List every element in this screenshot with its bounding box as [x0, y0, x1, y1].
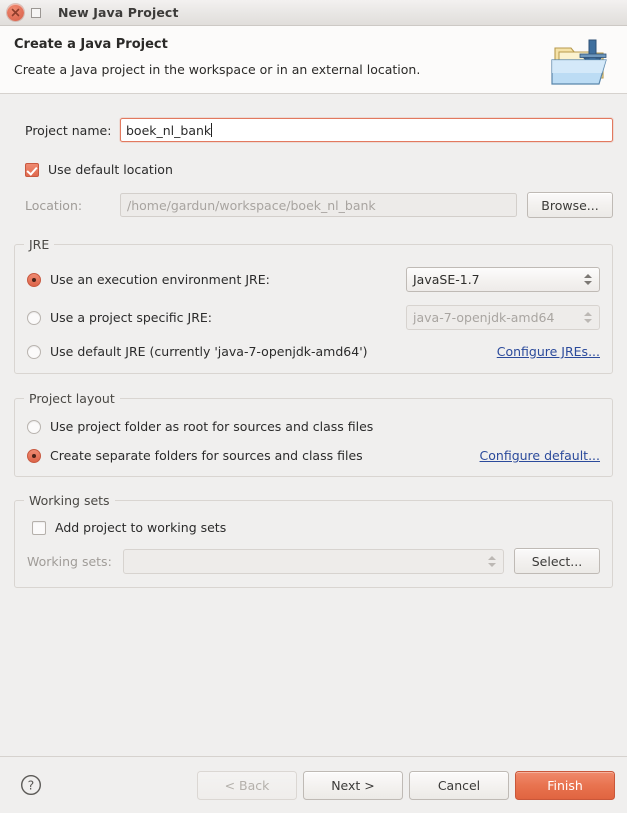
working-sets-combo[interactable]	[123, 548, 504, 574]
jre-project-specific-row: Use a project specific JRE: java-7-openj…	[27, 305, 600, 330]
jre-project-specific-option[interactable]: Use a project specific JRE:	[27, 310, 406, 325]
project-layout-group: Project layout Use project folder as roo…	[14, 391, 613, 477]
title-bar: New Java Project	[0, 0, 627, 26]
location-row: Location: /home/gardun/workspace/boek_nl…	[14, 192, 613, 218]
jre-group-title: JRE	[24, 237, 55, 252]
jre-project-specific-radio[interactable]	[27, 310, 41, 325]
configure-default-link[interactable]: Configure default...	[480, 448, 600, 463]
page-title: Create a Java Project	[14, 37, 168, 52]
browse-button[interactable]: Browse...	[527, 192, 613, 218]
java-project-folder-icon	[549, 34, 615, 88]
jre-execution-env-option[interactable]: Use an execution environment JRE:	[27, 272, 406, 287]
text-caret	[211, 123, 213, 137]
window-title: New Java Project	[58, 5, 179, 20]
spinner-arrows-icon[interactable]	[583, 306, 592, 329]
new-java-project-dialog: New Java Project Create a Java Project C…	[0, 0, 627, 813]
layout-separate-folders-row: Create separate folders for sources and …	[27, 448, 600, 463]
layout-project-folder-row: Use project folder as root for sources a…	[27, 419, 600, 434]
jre-project-specific-label: Use a project specific JRE:	[50, 310, 212, 325]
back-button[interactable]: < Back	[197, 770, 297, 800]
project-layout-group-title: Project layout	[24, 391, 120, 406]
next-button[interactable]: Next >	[303, 770, 403, 800]
execution-env-value: JavaSE-1.7	[413, 272, 480, 287]
wizard-body: Project name: boek_nl_bank Use default l…	[0, 94, 627, 756]
layout-separate-folders-option[interactable]: Create separate folders for sources and …	[27, 448, 480, 463]
layout-separate-folders-radio[interactable]	[27, 448, 41, 463]
use-default-location-label: Use default location	[48, 162, 173, 177]
use-default-location-row[interactable]: Use default location	[14, 162, 613, 177]
jre-default-radio[interactable]	[27, 344, 41, 359]
finish-button[interactable]: Finish	[515, 770, 615, 800]
jre-group: JRE Use an execution environment JRE: Ja…	[14, 237, 613, 374]
jre-default-option[interactable]: Use default JRE (currently 'java-7-openj…	[27, 344, 497, 359]
project-name-value: boek_nl_bank	[126, 122, 212, 138]
spinner-arrows-icon[interactable]	[583, 268, 592, 291]
close-icon[interactable]	[7, 4, 24, 21]
project-name-input[interactable]: boek_nl_bank	[120, 118, 613, 142]
maximize-icon[interactable]	[28, 5, 44, 21]
location-input[interactable]: /home/gardun/workspace/boek_nl_bank	[120, 193, 517, 217]
working-sets-group: Working sets Add project to working sets…	[14, 493, 613, 588]
configure-jres-link[interactable]: Configure JREs...	[497, 344, 600, 359]
page-description: Create a Java project in the workspace o…	[14, 62, 421, 77]
footer-button-group: < Back Next > Cancel Finish	[197, 770, 615, 800]
project-specific-jre-value: java-7-openjdk-amd64	[413, 310, 555, 325]
working-sets-group-title: Working sets	[24, 493, 115, 508]
svg-text:?: ?	[28, 778, 35, 793]
layout-project-folder-option[interactable]: Use project folder as root for sources a…	[27, 419, 600, 434]
select-working-sets-button[interactable]: Select...	[514, 548, 600, 574]
execution-env-combo[interactable]: JavaSE-1.7	[406, 267, 600, 292]
working-sets-label: Working sets:	[27, 553, 112, 569]
layout-project-folder-label: Use project folder as root for sources a…	[50, 419, 374, 434]
cancel-button[interactable]: Cancel	[409, 770, 509, 800]
spinner-arrows-icon[interactable]	[487, 550, 496, 573]
project-name-row: Project name: boek_nl_bank	[14, 118, 613, 142]
jre-execution-env-label: Use an execution environment JRE:	[50, 272, 270, 287]
jre-execution-env-radio[interactable]	[27, 272, 41, 287]
jre-default-row: Use default JRE (currently 'java-7-openj…	[27, 344, 600, 359]
wizard-header: Create a Java Project Create a Java proj…	[0, 26, 627, 94]
jre-default-label: Use default JRE (currently 'java-7-openj…	[50, 344, 368, 359]
project-name-label: Project name:	[25, 122, 112, 138]
add-project-to-working-sets-label: Add project to working sets	[55, 520, 227, 535]
jre-execution-env-row: Use an execution environment JRE: JavaSE…	[27, 267, 600, 292]
use-default-location-checkbox[interactable]	[25, 162, 39, 177]
location-label: Location:	[25, 197, 83, 213]
add-project-to-working-sets-row[interactable]: Add project to working sets	[27, 520, 600, 535]
layout-separate-folders-label: Create separate folders for sources and …	[50, 448, 363, 463]
add-project-to-working-sets-checkbox[interactable]	[32, 520, 46, 535]
working-sets-row: Working sets: Select...	[27, 548, 600, 574]
location-value: /home/gardun/workspace/boek_nl_bank	[127, 197, 376, 213]
layout-project-folder-radio[interactable]	[27, 419, 41, 434]
project-specific-jre-combo[interactable]: java-7-openjdk-amd64	[406, 305, 600, 330]
dialog-footer: ? < Back Next > Cancel Finish	[0, 756, 627, 813]
help-icon[interactable]: ?	[19, 773, 43, 797]
